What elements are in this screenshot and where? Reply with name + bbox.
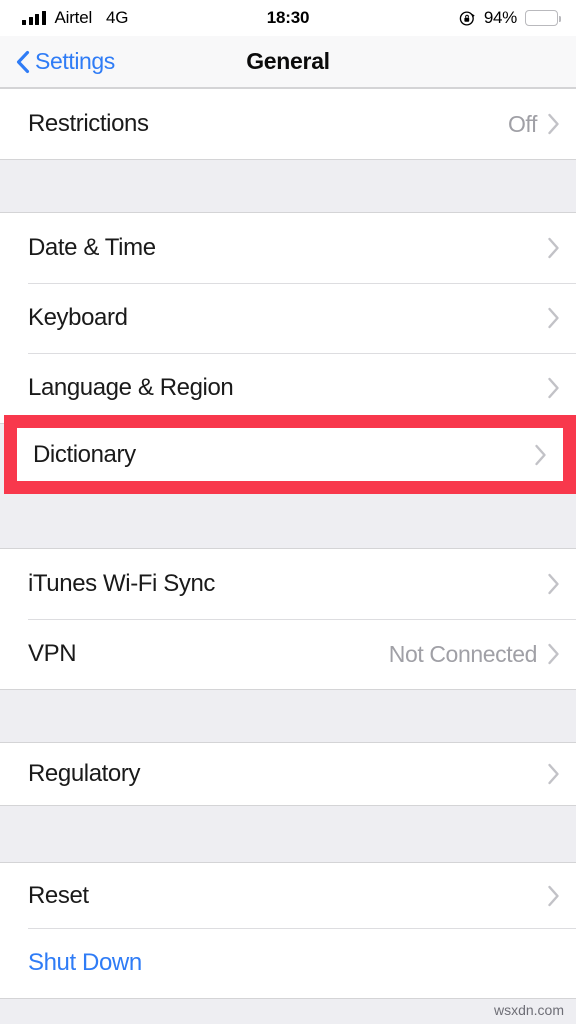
row-itunes-wifi-sync[interactable]: iTunes Wi-Fi Sync xyxy=(0,549,576,619)
chevron-right-icon xyxy=(547,113,560,135)
settings-group-connectivity: iTunes Wi-Fi Sync VPN Not Connected xyxy=(0,548,576,690)
navigation-bar: Settings General xyxy=(0,36,576,88)
settings-list: Restrictions Off Date & Time Keyboard La… xyxy=(0,88,576,1024)
row-label: Dictionary xyxy=(33,440,136,468)
row-label: Reset xyxy=(28,881,89,909)
battery-icon xyxy=(525,10,562,26)
row-value: Off xyxy=(507,110,537,137)
status-bar-clock: 18:30 xyxy=(266,8,310,27)
row-value: Not Connected xyxy=(388,640,538,667)
row-vpn[interactable]: VPN Not Connected xyxy=(0,619,576,689)
row-label: Date & Time xyxy=(28,234,156,261)
row-label: Keyboard xyxy=(28,304,128,331)
chevron-right-icon xyxy=(547,377,560,399)
chevron-right-icon xyxy=(547,307,560,329)
group-spacer xyxy=(0,690,576,742)
row-regulatory[interactable]: Regulatory xyxy=(0,743,576,805)
settings-group-locale: Date & Time Keyboard Language & Region xyxy=(0,212,576,424)
row-label: Language & Region xyxy=(28,374,234,401)
chevron-right-icon xyxy=(547,237,560,259)
settings-group-reset: Reset Shut Down xyxy=(0,862,576,999)
chevron-right-icon xyxy=(534,444,547,466)
chevron-right-icon xyxy=(547,573,560,595)
row-dictionary[interactable]: Dictionary xyxy=(17,428,563,481)
row-reset[interactable]: Reset xyxy=(0,863,576,928)
settings-group-restrictions: Restrictions Off xyxy=(0,88,576,160)
status-bar-right: 94% xyxy=(459,0,562,36)
row-label: Shut Down xyxy=(28,949,142,976)
watermark: wsxdn.com xyxy=(493,1002,564,1018)
page-title: General xyxy=(246,48,330,74)
battery-percent: 94% xyxy=(483,8,517,27)
row-label: VPN xyxy=(28,640,77,667)
row-restrictions[interactable]: Restrictions Off xyxy=(0,89,576,159)
status-bar: Airtel 4G 18:30 94% xyxy=(0,0,576,36)
settings-group-regulatory: Regulatory xyxy=(0,742,576,806)
group-spacer xyxy=(0,806,576,862)
iphone-screen: Airtel 4G 18:30 94% Settings General Res… xyxy=(0,0,576,1024)
chevron-right-icon xyxy=(547,885,560,907)
row-language-and-region[interactable]: Language & Region xyxy=(0,353,576,423)
chevron-right-icon xyxy=(547,763,560,785)
row-date-and-time[interactable]: Date & Time xyxy=(0,213,576,283)
row-keyboard[interactable]: Keyboard xyxy=(0,283,576,353)
row-label: iTunes Wi-Fi Sync xyxy=(28,570,216,597)
group-spacer xyxy=(0,160,576,212)
highlight-annotation-dictionary: Dictionary xyxy=(4,415,576,494)
chevron-right-icon xyxy=(547,643,560,665)
row-shut-down[interactable]: Shut Down xyxy=(0,928,576,998)
rotation-lock-icon xyxy=(459,10,476,27)
row-label: Regulatory xyxy=(28,760,141,787)
row-label: Restrictions xyxy=(28,110,149,137)
